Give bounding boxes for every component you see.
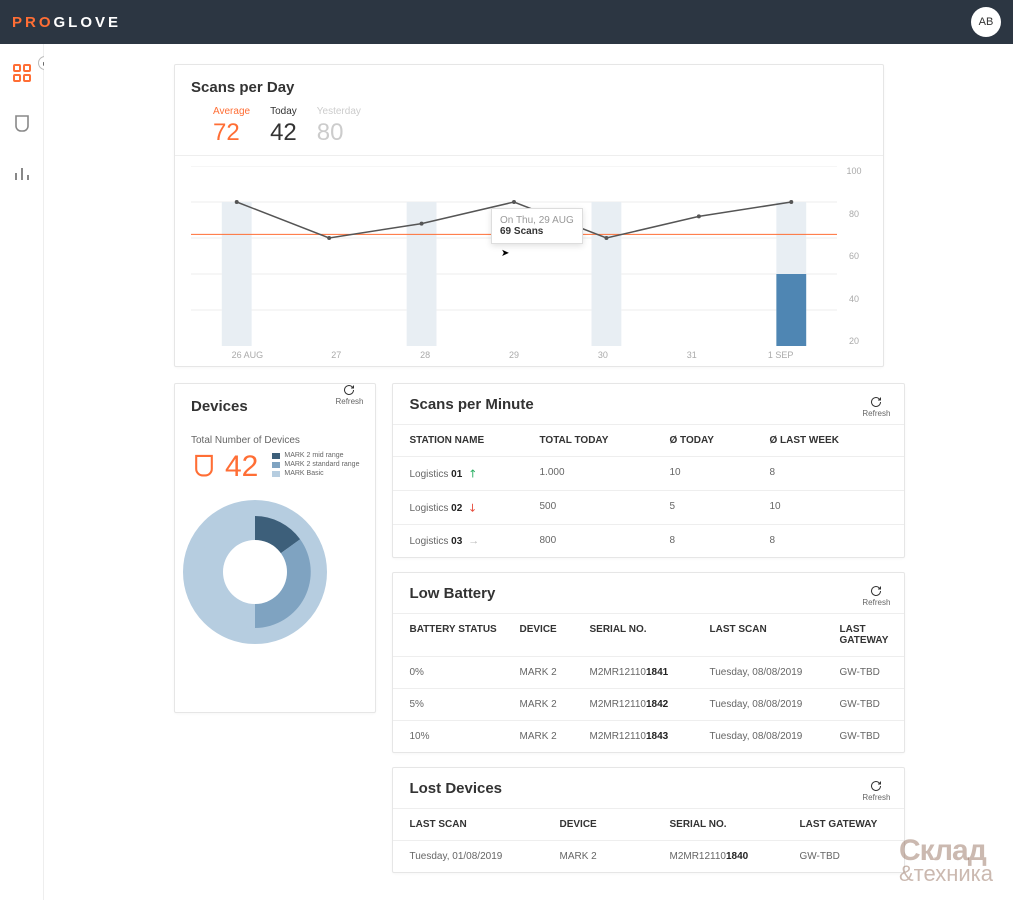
row-devices-and-tables: Devices Refresh Total Number of Devices …: [174, 383, 883, 873]
table-row[interactable]: Tuesday, 01/08/2019 MARK 2 M2MR121101840…: [393, 840, 904, 872]
lost-devices-title: Lost Devices: [409, 780, 502, 797]
ld-header-row: LAST SCAN DEVICE SERIAL NO. LAST GATEWAY: [393, 808, 904, 840]
devices-total-row: 42 MARK 2 mid range MARK 2 standard rang…: [175, 452, 375, 482]
devices-legend: MARK 2 mid range MARK 2 standard range M…: [266, 452, 359, 479]
table-row[interactable]: Logistics 01↗ 1.000 10 8: [393, 456, 904, 490]
stat-average-label: Average: [213, 106, 250, 117]
table-row[interactable]: 0% MARK 2 M2MR121101841 Tuesday, 08/08/2…: [393, 656, 904, 688]
avatar[interactable]: AB: [971, 7, 1001, 37]
refresh-icon: [870, 585, 882, 597]
table-row[interactable]: Logistics 03→ 800 8 8: [393, 524, 904, 557]
nav-dashboard[interactable]: [11, 62, 33, 84]
devices-refresh-button[interactable]: Refresh: [335, 384, 363, 406]
ld-refresh-button[interactable]: Refresh: [862, 780, 890, 802]
scans-per-day-chart: On Thu, 29 AUG 69 Scans ➤ 100 80 60 40 2…: [191, 166, 867, 366]
app-header: PROGLOVE AB: [0, 0, 1013, 44]
devices-card: Devices Refresh Total Number of Devices …: [174, 383, 376, 713]
scans-per-minute-card: Scans per Minute Refresh STATION NAME TO…: [392, 383, 905, 558]
stat-yesterday-value: 80: [317, 119, 361, 147]
right-column: Scans per Minute Refresh STATION NAME TO…: [392, 383, 905, 873]
logo-post: GLOVE: [54, 14, 122, 31]
left-rail: [0, 44, 44, 900]
spm-title: Scans per Minute: [409, 396, 533, 413]
stat-today-value: 42: [270, 119, 297, 147]
table-row[interactable]: Logistics 02↘ 500 5 10: [393, 490, 904, 524]
table-row[interactable]: 10% MARK 2 M2MR121101843 Tuesday, 08/08/…: [393, 720, 904, 752]
chart-y-axis: 100 80 60 40 20: [841, 166, 867, 346]
lost-devices-card: Lost Devices Refresh LAST SCAN DEVICE SE…: [392, 767, 905, 873]
spm-refresh-button[interactable]: Refresh: [862, 396, 890, 418]
logo: PROGLOVE: [12, 14, 121, 31]
cursor-icon: ➤: [501, 248, 509, 259]
bars-icon: [12, 163, 32, 183]
spm-header-row: STATION NAME TOTAL TODAY Ø TODAY Ø LAST …: [393, 424, 904, 456]
devices-subtitle: Total Number of Devices: [175, 425, 375, 452]
low-battery-title: Low Battery: [409, 585, 495, 602]
devices-donut-chart: [175, 492, 335, 652]
stat-yesterday-label: Yesterday: [317, 106, 361, 117]
line-chart-svg: [191, 166, 837, 346]
refresh-icon: [870, 396, 882, 408]
table-row[interactable]: 5% MARK 2 M2MR121101842 Tuesday, 08/08/2…: [393, 688, 904, 720]
main-content: Scans per Day Average 72 Today 42 Yester…: [44, 44, 1013, 900]
scans-per-day-title: Scans per Day: [175, 65, 883, 106]
devices-total: 42: [225, 452, 258, 482]
device-icon: [191, 452, 217, 478]
stat-average: Average 72: [213, 106, 250, 147]
devices-title: Devices: [175, 384, 264, 425]
low-battery-card: Low Battery Refresh BATTERY STATUS DEVIC…: [392, 572, 905, 753]
scans-per-day-card: Scans per Day Average 72 Today 42 Yester…: [174, 64, 884, 367]
device-icon: [12, 113, 32, 133]
chart-x-axis: 26 AUG 27 28 29 30 31 1 SEP: [191, 350, 837, 366]
logo-pre: PRO: [12, 14, 54, 31]
stat-today-label: Today: [270, 106, 297, 117]
stat-average-value: 72: [213, 119, 250, 147]
stat-today: Today 42: [270, 106, 297, 147]
lb-header-row: BATTERY STATUS DEVICE SERIAL NO. LAST SC…: [393, 613, 904, 656]
lb-refresh-button[interactable]: Refresh: [862, 585, 890, 607]
refresh-icon: [343, 384, 355, 396]
nav-analytics[interactable]: [11, 162, 33, 184]
refresh-icon: [870, 780, 882, 792]
grid-icon: [12, 63, 32, 83]
nav-device[interactable]: [11, 112, 33, 134]
scans-per-day-stats: Average 72 Today 42 Yesterday 80: [175, 106, 883, 156]
stat-yesterday: Yesterday 80: [317, 106, 361, 147]
